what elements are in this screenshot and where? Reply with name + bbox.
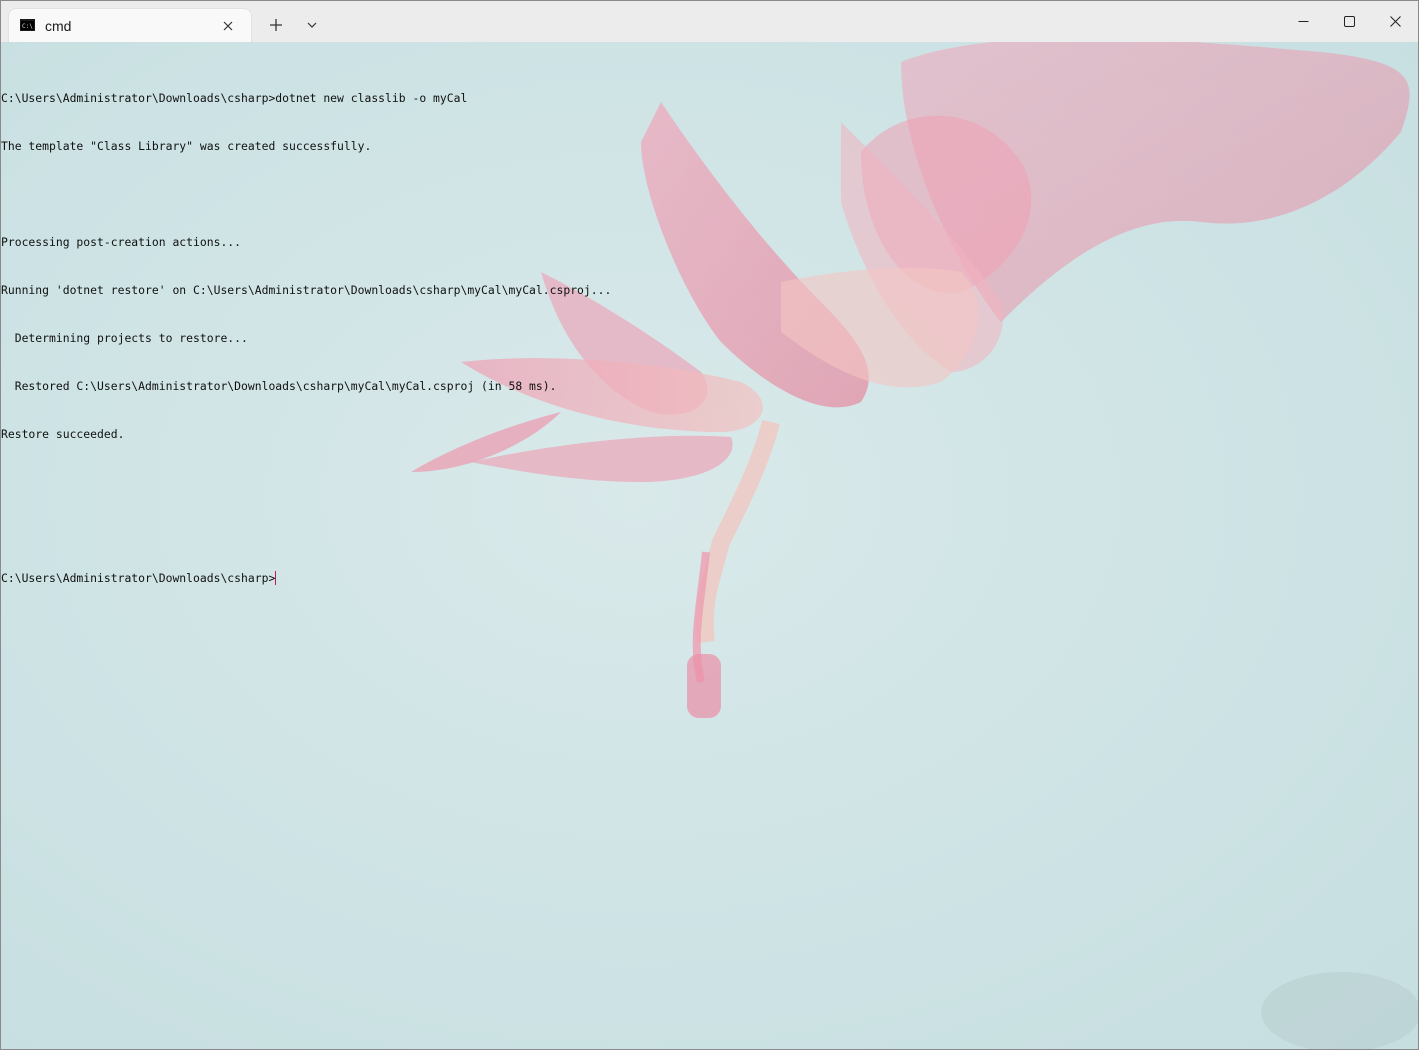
cmd-prompt-icon: C:\ xyxy=(20,19,35,31)
terminal-window: C:\ cmd C:\Users\Administrator\Downloads… xyxy=(0,0,1419,1050)
tab-cmd[interactable]: C:\ cmd xyxy=(9,9,251,42)
terminal-line: Processing post-creation actions... xyxy=(1,235,242,249)
maximize-button[interactable] xyxy=(1326,1,1372,42)
new-tab-button[interactable] xyxy=(259,10,293,40)
plus-icon xyxy=(270,19,282,31)
maximize-icon xyxy=(1343,16,1355,27)
chevron-down-icon xyxy=(307,22,317,28)
terminal-line: Running 'dotnet restore' on C:\Users\Adm… xyxy=(1,283,612,297)
window-close-button[interactable] xyxy=(1372,1,1418,42)
svg-text:C:\: C:\ xyxy=(22,23,33,30)
terminal-line: The template "Class Library" was created… xyxy=(1,139,372,153)
terminal-line: C:\Users\Administrator\Downloads\csharp>… xyxy=(1,91,468,105)
terminal-line: Restored C:\Users\Administrator\Download… xyxy=(1,379,557,393)
minimize-icon xyxy=(1298,21,1308,22)
close-icon xyxy=(1389,16,1401,27)
minimize-button[interactable] xyxy=(1280,1,1326,42)
title-bar[interactable]: C:\ cmd xyxy=(1,1,1418,42)
tab-close-button[interactable] xyxy=(219,17,237,35)
tab-title: cmd xyxy=(45,18,72,34)
terminal-output: C:\Users\Administrator\Downloads\csharp>… xyxy=(1,58,611,618)
terminal-line: Restore succeeded. xyxy=(1,427,125,441)
terminal-prompt: C:\Users\Administrator\Downloads\csharp> xyxy=(1,571,276,585)
terminal-area[interactable]: C:\Users\Administrator\Downloads\csharp>… xyxy=(1,42,1418,1049)
text-cursor xyxy=(275,571,277,585)
terminal-prompt-line[interactable]: C:\Users\Administrator\Downloads\csharp> xyxy=(1,570,611,586)
tab-dropdown-button[interactable] xyxy=(297,10,327,40)
terminal-line: Determining projects to restore... xyxy=(1,331,248,345)
close-icon xyxy=(223,21,233,31)
